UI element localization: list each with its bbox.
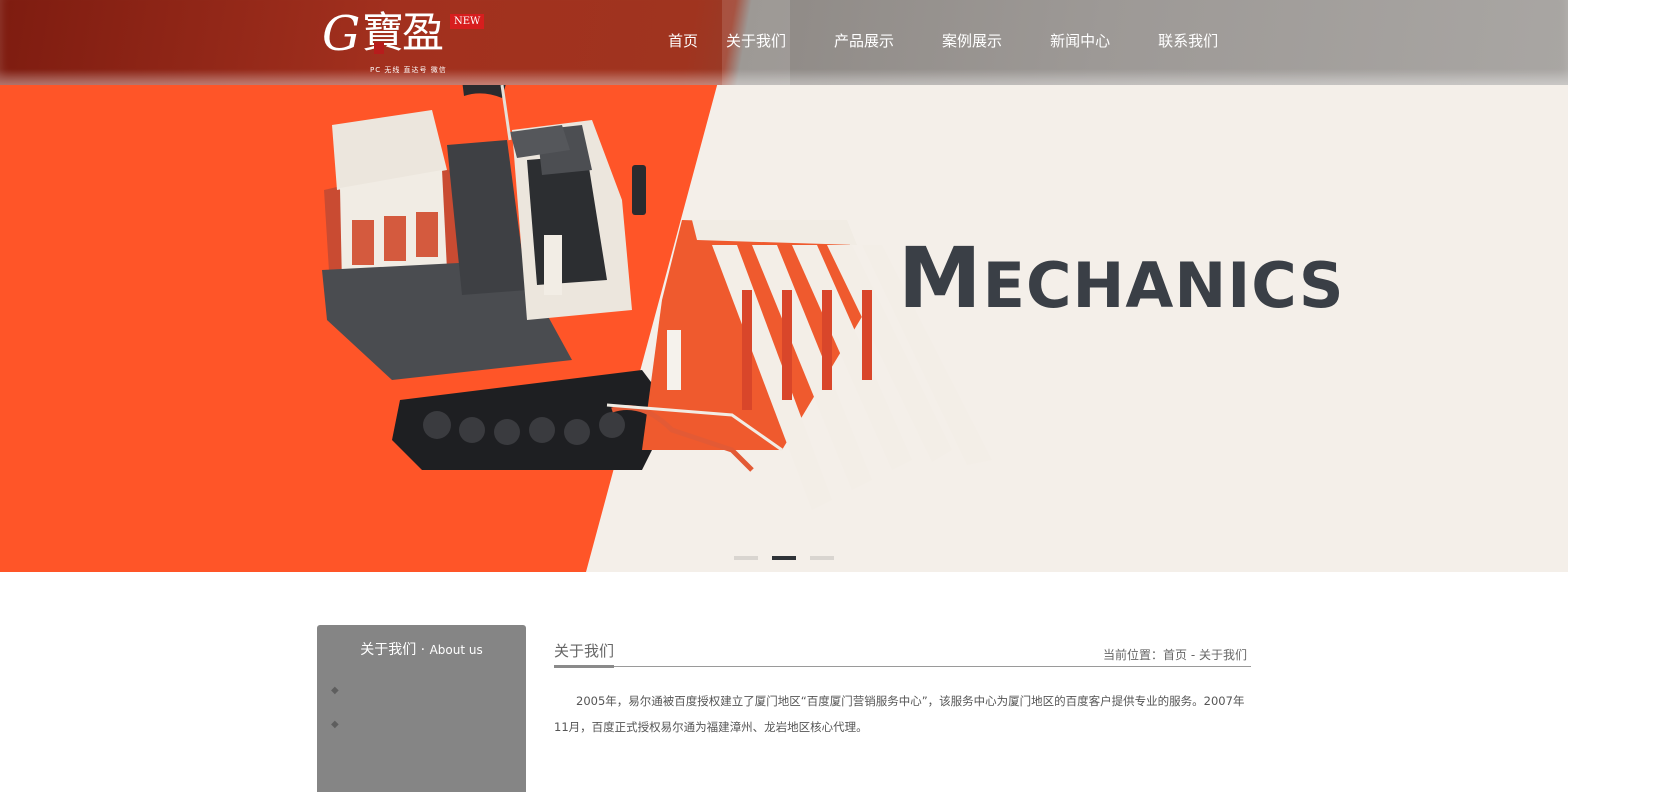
breadcrumb-home-link[interactable]: 首页: [1163, 648, 1187, 662]
nav-item-about[interactable]: 关于我们: [722, 0, 791, 85]
logo-g-letter: G: [322, 6, 361, 62]
nav-item-home[interactable]: 首页: [644, 0, 722, 85]
logo-seal-icon: [374, 42, 384, 54]
sidebar-title: 关于我们 · About us: [360, 642, 483, 658]
diamond-bullet-icon: ◆: [331, 719, 339, 730]
site-header: G 寶盈 NEW PC 无线 直达号 微信 首页 关于我们 产品展示 案例展示 …: [0, 0, 1568, 85]
hero-banner: MECHANICS: [0, 0, 1568, 572]
sidebar: 关于我们 · About us ◆ ◆: [317, 625, 526, 792]
breadcrumb-prefix: 当前位置：: [1102, 648, 1163, 662]
nav-item-cases[interactable]: 案例展示: [918, 0, 1026, 85]
slider-dots: [734, 556, 834, 560]
breadcrumb: 当前位置：首页 - 关于我们: [1103, 646, 1247, 663]
title-accent-bar: [554, 665, 614, 668]
sidebar-item[interactable]: ◆: [331, 719, 339, 730]
logo-subtitle: PC 无线 直达号 微信: [370, 66, 447, 74]
diamond-bullet-icon: ◆: [331, 685, 339, 696]
breadcrumb-sep: -: [1187, 648, 1199, 662]
new-badge: NEW: [450, 14, 485, 29]
main-nav: 首页 关于我们 产品展示 案例展示 新闻中心 联系我们: [644, 0, 1242, 85]
nav-item-news[interactable]: 新闻中心: [1026, 0, 1134, 85]
nav-item-contact[interactable]: 联系我们: [1134, 0, 1242, 85]
slider-dot-2[interactable]: [772, 556, 796, 560]
page-title: 关于我们: [554, 642, 615, 660]
slider-dot-1[interactable]: [734, 556, 758, 560]
sidebar-item[interactable]: ◆: [331, 685, 339, 696]
nav-item-products[interactable]: 产品展示: [810, 0, 918, 85]
site-logo[interactable]: G 寶盈 NEW PC 无线 直达号 微信: [322, 6, 485, 76]
about-paragraph: 2005年，易尔通被百度授权建立了厦门地区“百度厦门营销服务中心”，该服务中心为…: [554, 694, 1245, 734]
breadcrumb-current-link[interactable]: 关于我们: [1199, 648, 1247, 662]
slider-dot-3[interactable]: [810, 556, 834, 560]
banner-headline: MECHANICS: [898, 229, 1345, 327]
title-divider: [554, 666, 1251, 667]
